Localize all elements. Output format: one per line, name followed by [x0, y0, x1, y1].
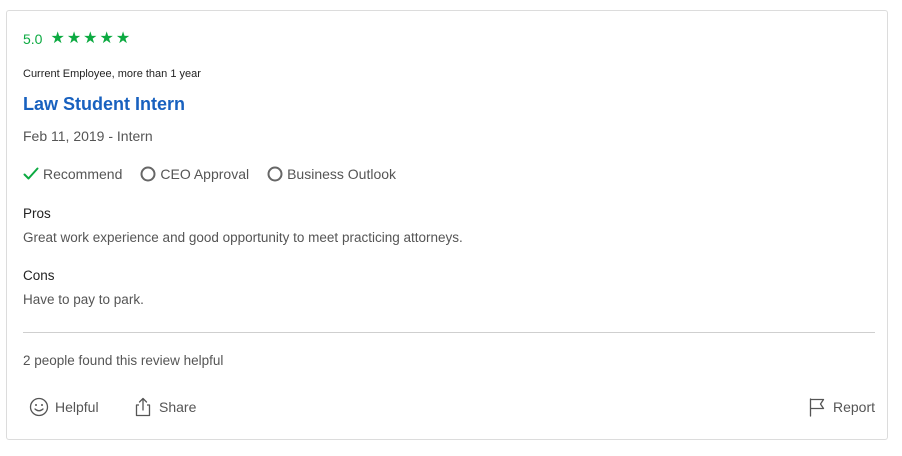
badge-business-outlook-label: Business Outlook — [287, 166, 397, 182]
neutral-circle-icon — [267, 166, 283, 182]
helpful-button[interactable]: Helpful — [29, 397, 99, 417]
rating-row: 5.0 ★ ★ ★ ★ ★ — [23, 31, 130, 48]
badge-ceo-approval: CEO Approval — [140, 166, 249, 182]
pros-heading: Pros — [23, 206, 51, 221]
flag-icon — [809, 398, 825, 417]
neutral-circle-icon — [140, 166, 156, 182]
review-date-role: Feb 11, 2019 - Intern — [23, 128, 153, 144]
badge-business-outlook: Business Outlook — [267, 166, 396, 182]
star-rating: ★ ★ ★ ★ ★ — [50, 31, 130, 47]
smiley-icon — [29, 397, 49, 417]
review-card: 5.0 ★ ★ ★ ★ ★ Current Employee, more tha… — [6, 10, 888, 440]
review-title-link[interactable]: Law Student Intern — [23, 94, 185, 115]
helpful-count: 2 people found this review helpful — [23, 353, 224, 368]
badge-recommend-label: Recommend — [43, 166, 123, 182]
star-icon: ★ — [115, 30, 131, 47]
star-icon: ★ — [83, 30, 98, 47]
share-button[interactable]: Share — [133, 397, 196, 417]
check-icon — [23, 167, 39, 180]
star-icon: ★ — [50, 30, 65, 47]
helpful-button-label: Helpful — [55, 399, 99, 415]
badge-recommend: Recommend — [23, 166, 122, 182]
pros-text: Great work experience and good opportuni… — [23, 230, 463, 245]
report-button-label: Report — [833, 399, 876, 415]
share-icon — [135, 397, 151, 417]
badge-ceo-approval-label: CEO Approval — [160, 166, 250, 182]
divider — [23, 332, 875, 333]
rating-value: 5.0 — [23, 31, 43, 47]
employee-status: Current Employee, more than 1 year — [23, 68, 201, 80]
review-badges: Recommend CEO Approval Business Outlook — [23, 166, 414, 182]
cons-heading: Cons — [23, 268, 55, 283]
cons-text: Have to pay to park. — [23, 292, 144, 307]
share-button-label: Share — [159, 399, 197, 415]
star-icon: ★ — [99, 30, 114, 47]
report-button[interactable]: Report — [807, 397, 875, 417]
star-icon: ★ — [66, 30, 82, 47]
